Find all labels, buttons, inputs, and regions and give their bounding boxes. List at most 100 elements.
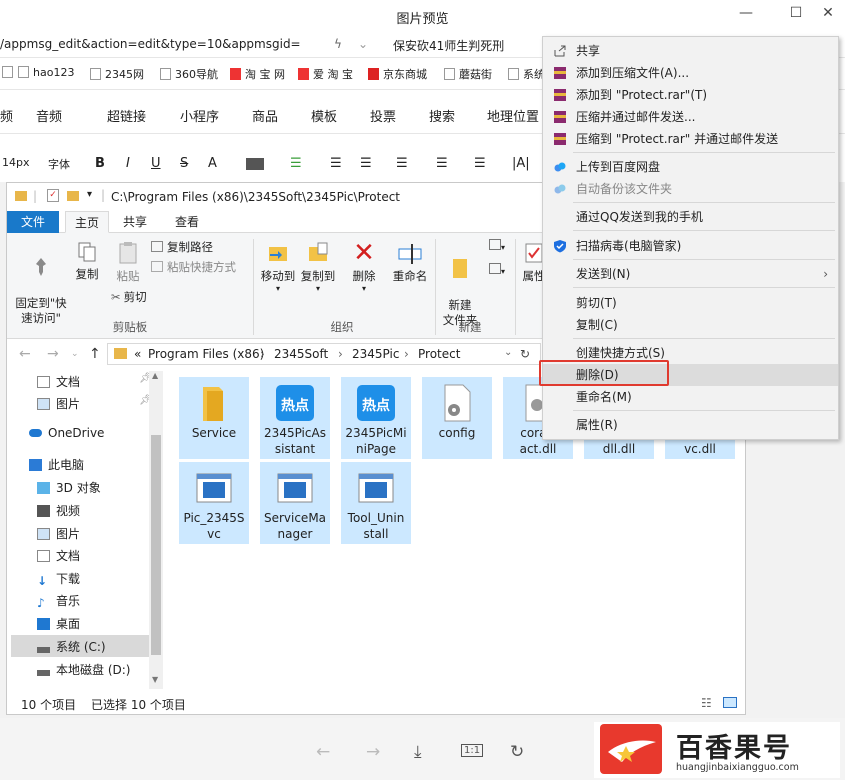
new-item-button[interactable]: ▾ (485, 239, 509, 253)
menu-item-auto-backup[interactable]: 自动备份该文件夹 (543, 178, 838, 200)
nav-item-downloads[interactable]: ↓ 下载 (37, 570, 80, 588)
move-to-button[interactable]: 移动到 ▾ (259, 241, 297, 293)
line-height-icon[interactable]: ☰ (396, 156, 408, 171)
breadcrumb-separator[interactable]: › (338, 347, 343, 361)
nav-item-documents-quick[interactable]: 文档 (37, 373, 80, 390)
bookmark-mogujie[interactable]: 蘑菇街 (444, 66, 492, 82)
paste-shortcut-button[interactable]: 粘贴快捷方式 (151, 259, 236, 275)
rotate-icon[interactable]: ↻ (510, 742, 524, 762)
chevron-down-icon[interactable]: ⌄ (358, 37, 368, 51)
up-arrow-icon[interactable]: ↑ (89, 346, 101, 362)
scrollbar-thumb[interactable] (151, 435, 161, 655)
folder-icon[interactable] (15, 191, 27, 201)
bookmark-aitaobao[interactable]: 爱 淘 宝 (298, 66, 353, 82)
breadcrumb-protect[interactable]: Protect (418, 347, 460, 361)
url-text[interactable]: /appmsg_edit&action=edit&type=10&appmsgi… (0, 37, 301, 51)
recent-dropdown-icon[interactable]: ⌄ (71, 349, 79, 359)
nav-item-onedrive[interactable]: OneDrive (29, 426, 104, 440)
nav-item-pictures-quick[interactable]: 图片 (37, 395, 80, 412)
download-icon[interactable]: ⤓ (414, 742, 422, 762)
new-folder-icon[interactable] (67, 191, 79, 201)
menu-item-add-protect-rar[interactable]: 添加到 "Protect.rar"(T) (543, 84, 838, 106)
tab-share[interactable]: 共享 (115, 211, 155, 233)
indent-icon[interactable]: ☰ (330, 156, 342, 171)
previous-arrow-icon[interactable]: ← (316, 742, 330, 762)
minimize-button[interactable]: — (732, 3, 760, 25)
breadcrumb-2345soft[interactable]: 2345Soft (274, 347, 328, 361)
menu-item-send-to[interactable]: 发送到(N) › (543, 263, 838, 285)
breadcrumb-overflow[interactable]: « (134, 347, 141, 361)
tab-goods[interactable]: 商品 (252, 106, 278, 125)
close-button[interactable]: ✕ (814, 3, 842, 25)
breadcrumb-separator[interactable]: › (260, 347, 265, 361)
highlight-icon[interactable] (246, 158, 264, 170)
file-item-tool-uninstall[interactable]: Tool_Unin stall (341, 462, 411, 544)
file-item-config[interactable]: config (422, 377, 492, 459)
tab-vote[interactable]: 投票 (370, 106, 396, 125)
nav-item-drive-d[interactable]: 本地磁盘 (D:) (37, 661, 130, 678)
file-item-servicemanager[interactable]: ServiceMa nager (260, 462, 330, 544)
copy-to-button[interactable]: 复制到 ▾ (299, 241, 337, 293)
file-item-service[interactable]: Service (179, 377, 249, 459)
breadcrumb-program-files[interactable]: Program Files (x86) (148, 347, 264, 361)
menu-item-compress-protect-email[interactable]: 压缩到 "Protect.rar" 并通过邮件发送 (543, 128, 838, 150)
copy-button[interactable]: 复制 (71, 241, 103, 282)
pin-quick-access-button[interactable]: 固定到"快 速访问" (13, 241, 69, 326)
bookmark-360[interactable]: 360导航 (160, 66, 218, 82)
nav-item-pictures[interactable]: 图片 (37, 525, 80, 542)
new-folder-button[interactable]: 新建 文件夹 (439, 241, 481, 328)
properties-check-icon[interactable]: ✓ (47, 189, 59, 202)
lightning-icon[interactable]: ϟ (334, 37, 342, 51)
breadcrumb-2345pic[interactable]: 2345Pic (352, 347, 399, 361)
large-icons-view-icon[interactable] (723, 697, 737, 708)
nav-item-drive-c[interactable]: 系统 (C:) (11, 635, 149, 657)
tab-video[interactable]: 频 (0, 106, 13, 125)
bookmark-hao123[interactable]: hao123 (18, 66, 74, 79)
paragraph-icon[interactable]: ☰ (436, 156, 448, 171)
strike-button[interactable]: S (180, 156, 188, 171)
menu-item-rename[interactable]: 重命名(M) (543, 386, 838, 408)
file-item-2345picassistant[interactable]: 热点 2345PicAs sistant (260, 377, 330, 459)
menu-item-virus-scan[interactable]: 扫描病毒(电脑管家) (543, 235, 838, 257)
delete-button[interactable]: ✕ 删除 ▾ (349, 240, 379, 293)
font-size-select[interactable]: 14px (2, 156, 30, 169)
nav-item-videos[interactable]: 视频 (37, 502, 80, 519)
nav-scrollbar[interactable]: ▲ ▼ (149, 371, 163, 689)
tab-audio[interactable]: 音频 (36, 106, 62, 125)
address-dropdown-icon[interactable]: ⌄ (504, 347, 512, 358)
tab-view[interactable]: 查看 (167, 211, 207, 233)
font-family-select[interactable]: 字体 (48, 156, 70, 172)
next-arrow-icon[interactable]: → (366, 742, 380, 762)
align-icon[interactable]: ☰ (290, 156, 302, 171)
bookmark-system[interactable]: 系统 (508, 66, 545, 82)
back-arrow-icon[interactable]: ← (19, 346, 31, 362)
details-view-icon[interactable]: ☷ (701, 696, 712, 710)
tab-search[interactable]: 搜索 (429, 106, 455, 125)
nav-item-3d-objects[interactable]: 3D 对象 (37, 479, 101, 496)
menu-item-compress-email[interactable]: 压缩并通过邮件发送... (543, 106, 838, 128)
font-color-button[interactable]: A (208, 156, 217, 171)
menu-item-baidu-upload[interactable]: 上传到百度网盘 (543, 156, 838, 178)
tab-file[interactable]: 文件 (7, 211, 59, 233)
actual-size-icon[interactable]: 1:1 (461, 744, 484, 757)
tab-hyperlink[interactable]: 超链接 (107, 106, 146, 125)
paste-button[interactable]: 粘贴 (111, 241, 145, 284)
menu-item-cut[interactable]: 剪切(T) (543, 292, 838, 314)
news-headline[interactable]: 保安砍41师生判死刑 (393, 37, 504, 54)
customize-arrow-icon[interactable]: ▾ (87, 189, 92, 200)
nav-item-documents[interactable]: 文档 (37, 547, 80, 564)
letter-spacing-icon[interactable]: |A| (512, 156, 530, 171)
refresh-icon[interactable]: ↻ (520, 347, 530, 361)
tab-home[interactable]: 主页 (65, 211, 109, 233)
nav-item-desktop[interactable]: 桌面 (37, 615, 80, 632)
scroll-up-icon[interactable]: ▲ (152, 371, 158, 380)
cut-button[interactable]: ✂ 剪切 (111, 289, 147, 305)
menu-item-send-qq[interactable]: 通过QQ发送到我的手机 (543, 206, 838, 228)
bookmark-jd[interactable]: 京东商城 (368, 66, 427, 82)
menu-item-add-archive[interactable]: 添加到压缩文件(A)... (543, 62, 838, 84)
file-item-pic-2345svc[interactable]: Pic_2345S vc (179, 462, 249, 544)
tab-template[interactable]: 模板 (311, 106, 337, 125)
bookmark-taobao[interactable]: 淘 宝 网 (230, 66, 285, 82)
breadcrumb-separator[interactable]: › (404, 347, 409, 361)
forward-arrow-icon[interactable]: → (47, 346, 59, 362)
